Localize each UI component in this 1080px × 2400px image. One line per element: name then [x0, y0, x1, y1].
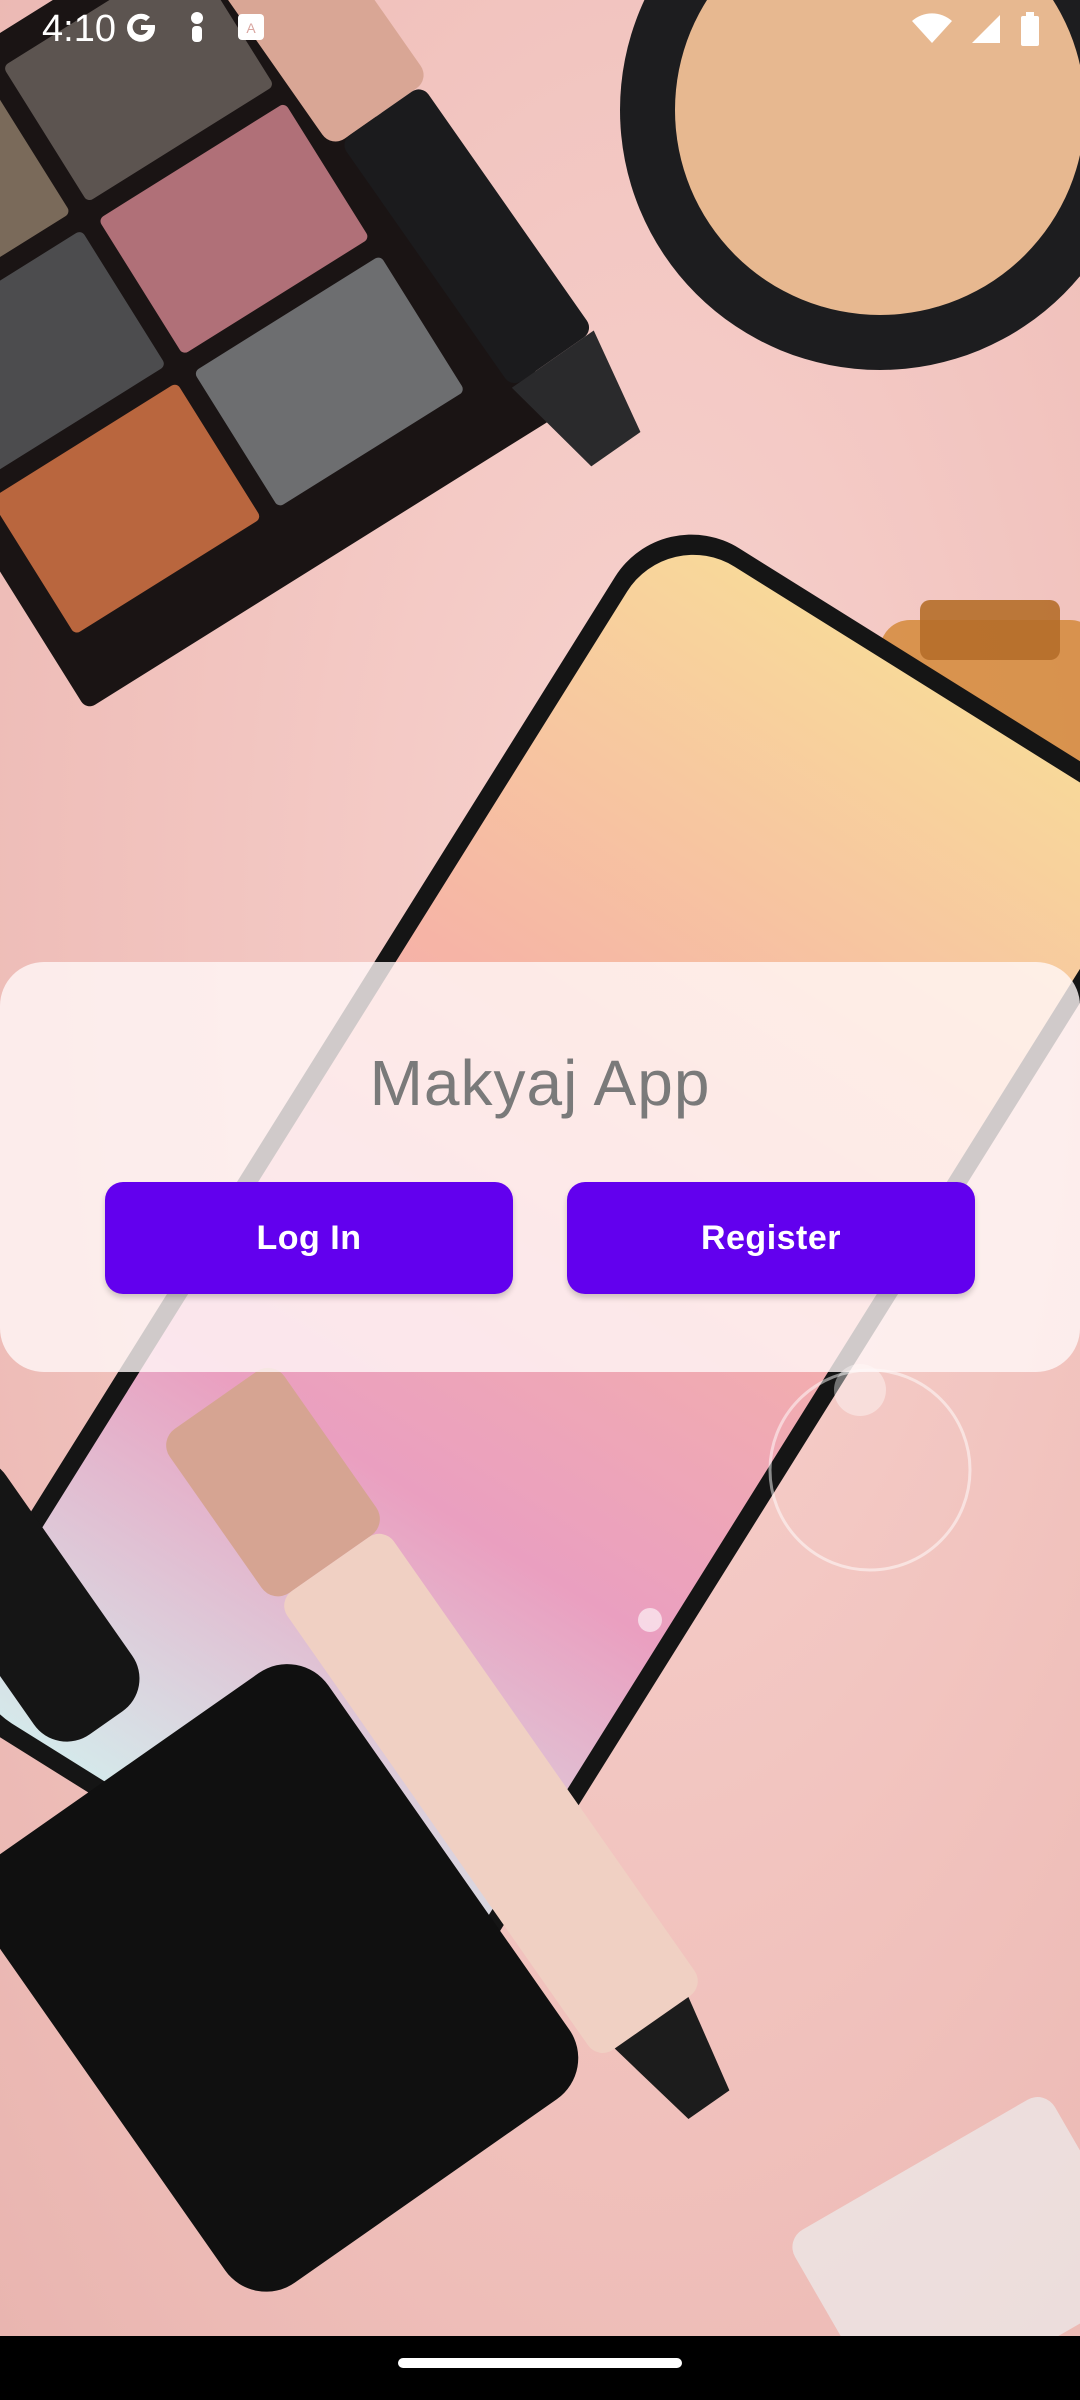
app-title: Makyaj App [369, 1047, 711, 1119]
google-g-icon [127, 13, 156, 42]
home-indicator[interactable] [398, 2358, 682, 2368]
register-button[interactable]: Register [567, 1182, 975, 1294]
notification-icon [191, 12, 203, 42]
status-left-icons: A [124, 10, 266, 44]
navigation-bar [0, 2336, 1080, 2400]
status-time: 4:10 [42, 8, 116, 50]
status-bar: 4:10 A [0, 0, 1080, 64]
signal-icon [972, 15, 1000, 43]
status-right-icons [912, 12, 1040, 46]
battery-icon [1021, 12, 1039, 46]
app-store-icon: A [238, 14, 264, 40]
wifi-icon [912, 13, 952, 43]
svg-text:A: A [246, 20, 256, 36]
auth-card: Makyaj App Log In Register [0, 962, 1080, 1372]
login-button[interactable]: Log In [105, 1182, 513, 1294]
